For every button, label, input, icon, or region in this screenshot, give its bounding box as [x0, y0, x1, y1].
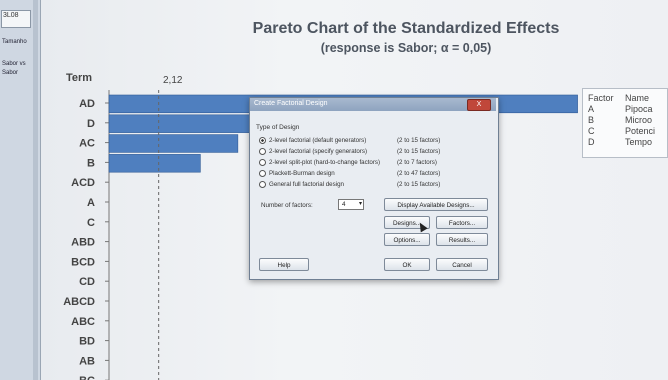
term-tick-label: BC	[79, 375, 95, 380]
dialog-titlebar[interactable]: Create Factorial Design X	[250, 98, 496, 111]
term-tick-label: ACD	[71, 177, 95, 189]
radio-icon[interactable]	[259, 170, 266, 177]
legend-factor: C	[588, 126, 595, 136]
option-range: (2 to 15 factors)	[397, 137, 441, 144]
term-tick-label: ABCD	[63, 296, 95, 308]
legend-factor: B	[588, 115, 595, 125]
term-tick-label: ABC	[71, 316, 95, 328]
option-default-generators[interactable]: 2-level factorial (default generators)	[259, 137, 366, 144]
option-general-full-factorial[interactable]: General full factorial design	[259, 181, 344, 188]
dialog-title: Create Factorial Design	[254, 100, 328, 107]
options-button[interactable]: Options...	[384, 233, 430, 246]
legend-row: B Microo	[588, 115, 652, 125]
legend-row: A Pipoca	[588, 104, 653, 114]
term-tick-label: CD	[79, 276, 95, 288]
legend-name: Potenci	[625, 126, 656, 136]
term-tick-label: AB	[79, 355, 95, 367]
pareto-bar	[108, 154, 201, 173]
legend-name: Pipoca	[625, 104, 653, 114]
term-tick-label: BCD	[71, 256, 95, 268]
option-range: (2 to 7 factors)	[397, 159, 437, 166]
legend-name: Tempo	[625, 137, 653, 147]
legend-factor: A	[588, 104, 595, 114]
number-of-factors-label: Number of factors:	[261, 202, 313, 209]
legend-factor: D	[588, 137, 595, 147]
type-of-design-label: Type of Design	[256, 124, 300, 131]
radio-icon[interactable]	[259, 181, 266, 188]
term-tick-label: BD	[79, 336, 95, 348]
term-tick-label: AC	[79, 138, 95, 150]
factors-button[interactable]: Factors...	[436, 216, 488, 229]
option-label: 2-level factorial (specify generators)	[269, 148, 368, 156]
number-of-factors-value: 4	[342, 201, 346, 208]
legend-factor-header: Factor	[588, 93, 614, 103]
option-label: Plackett-Burman design	[269, 170, 335, 178]
legend-name: Microo	[625, 115, 653, 125]
legend-row: C Potenci	[588, 126, 655, 136]
splitter-rail[interactable]	[33, 0, 38, 380]
term-tick-label: ABD	[71, 237, 95, 249]
chevron-down-icon[interactable]: ▾	[359, 200, 362, 209]
legend-name-header: Name	[625, 93, 650, 103]
option-plackett-burman[interactable]: Plackett-Burman design	[259, 170, 335, 177]
term-tick-label: A	[87, 197, 95, 209]
pareto-bar	[108, 134, 239, 153]
nav-item-sabor-vs[interactable]: Sabor vs	[2, 60, 32, 68]
radio-icon[interactable]	[259, 148, 266, 155]
display-available-designs-button[interactable]: Display Available Designs...	[384, 198, 488, 211]
factor-legend: Factor Name A Pipoca B Microo C Potenci …	[582, 88, 668, 158]
term-tick-label: AD	[79, 98, 95, 110]
create-factorial-design-dialog: Create Factorial Design X Type of Design…	[249, 97, 499, 280]
legend-header: Factor Name	[588, 93, 649, 103]
term-tick-label: D	[87, 118, 95, 130]
radio-selected-icon[interactable]	[259, 137, 266, 144]
ok-button[interactable]: OK	[384, 258, 430, 271]
option-specify-generators[interactable]: 2-level factorial (specify generators)	[259, 148, 367, 155]
radio-icon[interactable]	[259, 159, 266, 166]
term-tick-label: C	[87, 217, 95, 229]
nav-item-sabor[interactable]: Sabor	[2, 69, 32, 77]
close-button[interactable]: X	[467, 99, 491, 111]
cancel-button[interactable]: Cancel	[436, 258, 488, 271]
option-label: 2-level factorial (default generators)	[269, 137, 367, 145]
screen: 3L08 Tamanho Sabor vs Sabor Pareto Chart…	[0, 0, 668, 380]
option-label: General full factorial design	[269, 181, 344, 189]
number-of-factors-select[interactable]: 4 ▾	[338, 199, 364, 210]
left-panel: 3L08 Tamanho Sabor vs Sabor	[0, 0, 41, 380]
option-range: (2 to 15 factors)	[397, 181, 441, 188]
term-tick-label: B	[87, 157, 95, 169]
option-label: 2-level split-plot (hard-to-change facto…	[269, 159, 381, 167]
option-split-plot[interactable]: 2-level split-plot (hard-to-change facto…	[259, 159, 380, 166]
option-range: (2 to 15 factors)	[397, 148, 441, 155]
help-button[interactable]: Help	[259, 258, 309, 271]
option-range: (2 to 47 factors)	[397, 170, 441, 177]
results-button[interactable]: Results...	[436, 233, 488, 246]
legend-row: D Tempo	[588, 137, 652, 147]
worksheet-tab[interactable]: 3L08	[1, 10, 31, 28]
nav-item-tamanho[interactable]: Tamanho	[2, 38, 32, 46]
